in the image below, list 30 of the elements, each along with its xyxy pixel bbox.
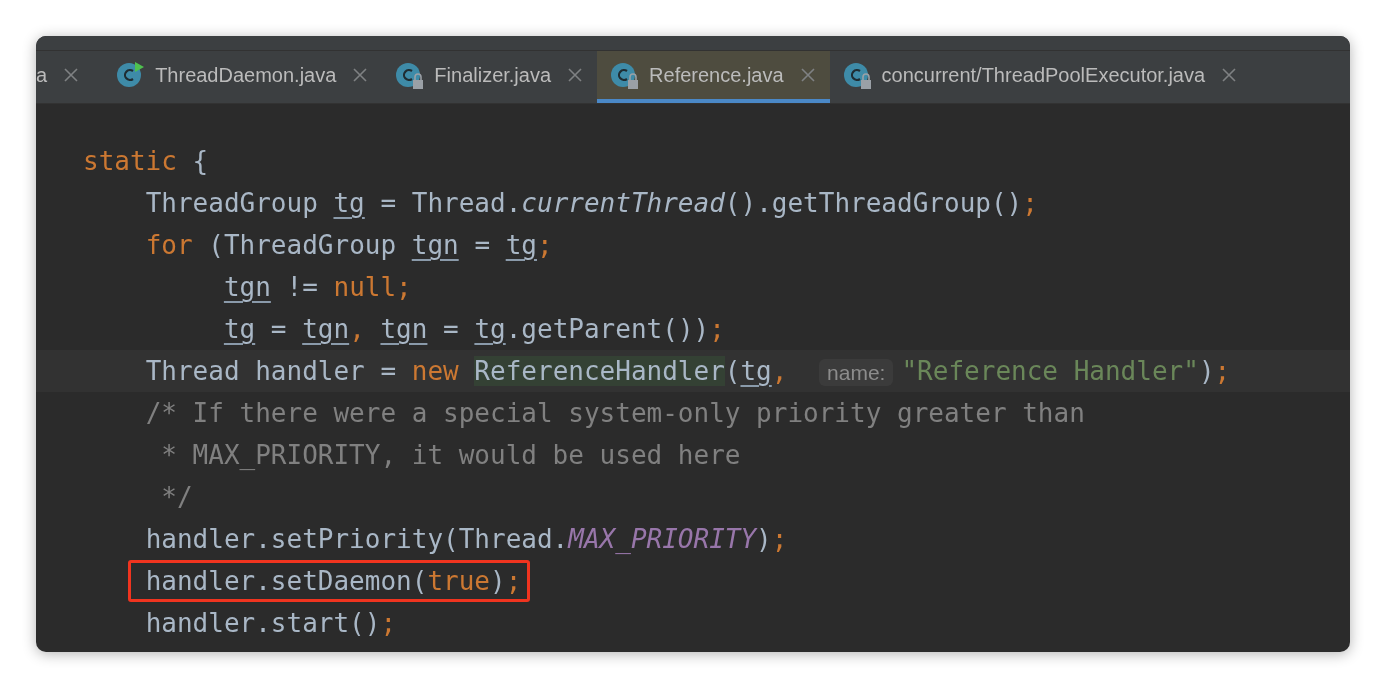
- editor-tab[interactable]: ThreadDaemon.java: [103, 51, 383, 103]
- close-icon[interactable]: [63, 67, 80, 83]
- close-icon[interactable]: [567, 67, 584, 83]
- code-line: handler.setDaemon(true);: [83, 560, 1350, 602]
- locked-class-icon: [609, 60, 640, 90]
- close-icon[interactable]: [799, 67, 816, 83]
- tab-label: concurrent/ThreadPoolExecutor.java: [881, 63, 1206, 87]
- code-line: for (ThreadGroup tgn = tg;: [144, 229, 554, 262]
- code-line: ThreadGroup tg = Thread.currentThread().getThreadGroup();: [144, 187, 1039, 220]
- code-line: */: [160, 481, 194, 514]
- tab-label: Finalizer.java: [434, 63, 552, 87]
- class-run-icon: [115, 60, 146, 90]
- close-icon[interactable]: [352, 67, 369, 83]
- code-line: tg = tgn, tgn = tg.getParent());: [222, 313, 726, 346]
- tab-label: a: [36, 63, 48, 87]
- code-line: handler.setPriority(Thread.MAX_PRIORITY);: [144, 523, 789, 556]
- editor-tab[interactable]: concurrent/ThreadPoolExecutor.java: [829, 51, 1252, 103]
- code-line: /* If there were a special system-only priority greater than: [144, 397, 1086, 430]
- tab-label: ThreadDaemon.java: [155, 63, 337, 87]
- code-line: tgn != null;: [222, 271, 413, 304]
- tab-label: Reference.java: [649, 63, 784, 87]
- editor-tab[interactable]: Finalizer.java: [382, 51, 598, 103]
- locked-class-icon: [841, 60, 872, 90]
- editor-tab[interactable]: Reference.java: [597, 51, 830, 103]
- editor-tab[interactable]: a: [36, 51, 94, 103]
- code-line: * MAX_PRIORITY, it would be used here: [160, 439, 742, 472]
- close-icon[interactable]: [1221, 67, 1238, 83]
- code-line: static {: [83, 145, 210, 178]
- locked-class-icon: [394, 60, 425, 90]
- code-line: handler.start();: [144, 607, 398, 640]
